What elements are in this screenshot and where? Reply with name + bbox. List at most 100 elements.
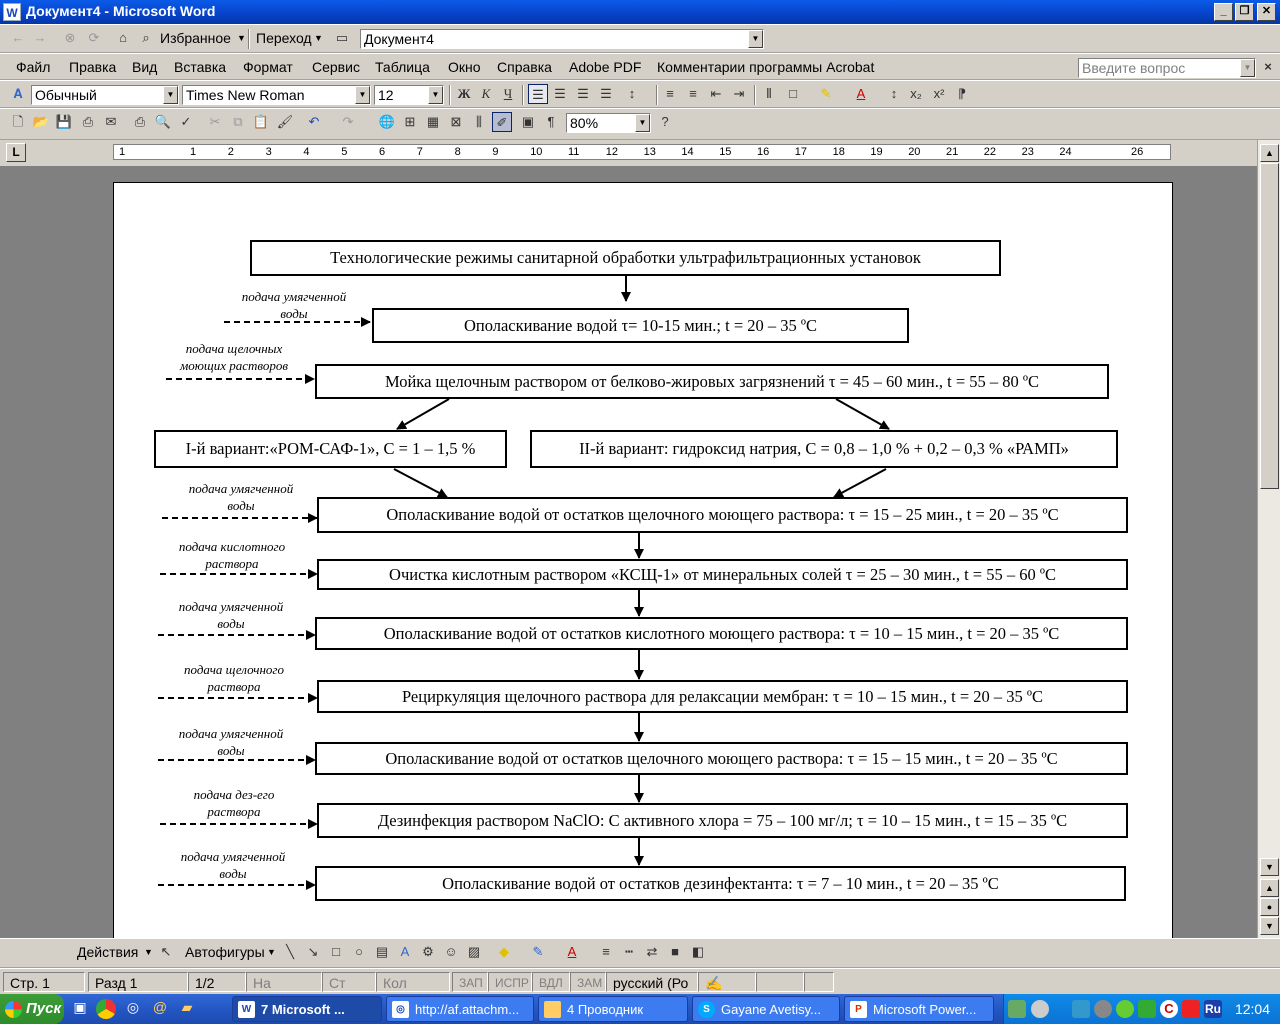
task-browser[interactable]: ◎ http://af.attachm... — [386, 996, 534, 1022]
menu-view[interactable]: Вид — [132, 57, 157, 77]
chevron-down-icon[interactable]: ▼ — [428, 86, 443, 104]
rectangle-icon[interactable]: □ — [326, 942, 346, 962]
hyperlink-icon[interactable]: 🌐 — [377, 112, 397, 132]
flow-step7-box[interactable]: Ополаскивание водой от остатков щелочног… — [315, 742, 1128, 775]
increase-indent-icon[interactable]: ⇥ — [729, 84, 749, 104]
zoom-combo[interactable]: 80% ▼ — [566, 113, 651, 133]
insert-table-icon[interactable]: ▦ — [423, 112, 443, 132]
menu-help[interactable]: Справка — [497, 57, 552, 77]
align-center-icon[interactable]: ☰ — [550, 84, 570, 104]
close-document-icon[interactable]: × — [1258, 57, 1278, 77]
styles-icon[interactable]: ⁋ — [952, 84, 972, 104]
columns-icon[interactable]: ⫴ — [759, 84, 779, 104]
stop-icon[interactable]: ⊗ — [60, 28, 80, 48]
diagram-icon[interactable]: ⚙ — [418, 942, 438, 962]
document-area[interactable]: Технологические режимы санитарной обрабо… — [0, 166, 1257, 938]
status-track-changes[interactable]: ИСПР — [488, 972, 532, 992]
character-spacing-icon[interactable]: ↕ — [884, 84, 904, 104]
insert-picture-icon[interactable]: ▨ — [464, 942, 484, 962]
ccleaner-icon[interactable]: C — [1160, 1000, 1178, 1018]
line-color-icon[interactable]: ✎ — [528, 942, 548, 962]
security-icon[interactable] — [1182, 1000, 1200, 1018]
select-objects-icon[interactable]: ↖ — [156, 942, 176, 962]
goto-menu[interactable]: Переход — [256, 28, 312, 48]
menu-edit[interactable]: Правка — [69, 57, 116, 77]
shadow-icon[interactable]: ■ — [665, 942, 685, 962]
chevron-down-icon[interactable]: ▼ — [1240, 59, 1255, 77]
permission-icon[interactable]: ⎙ — [78, 112, 98, 132]
vertical-scrollbar[interactable]: ▲ ▼ ▲ ● ▼ — [1257, 140, 1280, 938]
flow-variant2-box[interactable]: II-й вариант: гидроксид натрия, С = 0,8 … — [530, 430, 1118, 468]
flow-title-box[interactable]: Технологические режимы санитарной обрабо… — [250, 240, 1001, 276]
volume-icon[interactable] — [1094, 1000, 1112, 1018]
bold-icon[interactable]: Ж — [454, 84, 474, 104]
favorites-menu[interactable]: Избранное — [160, 28, 231, 48]
insert-excel-icon[interactable]: ⊠ — [446, 112, 466, 132]
start-button[interactable]: Пуск — [0, 994, 64, 1024]
maximize-button[interactable]: ❐ — [1235, 3, 1254, 21]
font-color-icon[interactable]: A — [562, 942, 582, 962]
menu-window[interactable]: Окно — [448, 57, 481, 77]
status-language[interactable]: русский (Ро — [606, 972, 698, 992]
paste-icon[interactable]: 📋 — [251, 112, 271, 132]
display-icon[interactable] — [1072, 1000, 1090, 1018]
chevron-down-icon[interactable]: ▼ — [748, 30, 763, 48]
print-icon[interactable]: ⎙ — [130, 112, 150, 132]
antivirus-icon[interactable] — [1116, 1000, 1134, 1018]
email-icon[interactable]: ✉ — [101, 112, 121, 132]
font-combo[interactable]: Times New Roman ▼ — [182, 85, 371, 105]
numbering-icon[interactable]: ≡ — [660, 84, 680, 104]
help-icon[interactable]: ? — [655, 112, 675, 132]
spelling-status-icon[interactable]: ✍ — [698, 972, 756, 992]
autoshapes-menu[interactable]: Автофигуры — [185, 942, 265, 962]
refresh-icon[interactable]: ⟳ — [84, 28, 104, 48]
help-question-input[interactable]: Введите вопрос ▼ — [1078, 58, 1256, 78]
print-preview-icon[interactable]: 🔍 — [153, 112, 173, 132]
chevron-down-icon[interactable]: ▼ — [163, 86, 178, 104]
network-icon[interactable] — [1008, 1000, 1026, 1018]
save-icon[interactable]: 💾 — [54, 112, 74, 132]
flow-step4-box[interactable]: Очистка кислотным раствором «КСЩ-1» от м… — [317, 559, 1128, 590]
page[interactable]: Технологические режимы санитарной обрабо… — [113, 182, 1173, 938]
select-browse-object-button[interactable]: ● — [1260, 898, 1279, 916]
open-icon[interactable]: 📂 — [31, 112, 51, 132]
menu-file[interactable]: Файл — [16, 57, 50, 77]
flow-step2-box[interactable]: Мойка щелочным раствором от белково-жиро… — [315, 364, 1109, 399]
clip-art-icon[interactable]: ☺ — [441, 942, 461, 962]
font-size-combo[interactable]: 12 ▼ — [374, 85, 444, 105]
subscript-icon[interactable]: x₂ — [906, 84, 926, 104]
wordart-icon[interactable]: A — [395, 942, 415, 962]
scroll-down-button[interactable]: ▼ — [1260, 858, 1279, 876]
align-left-icon[interactable]: ☰ — [528, 84, 548, 104]
superscript-icon[interactable]: x² — [929, 84, 949, 104]
show-hide-icon[interactable]: ¶ — [541, 112, 561, 132]
styles-pane-icon[interactable]: 𝐀 — [8, 84, 28, 104]
line-icon[interactable]: ╲ — [280, 942, 300, 962]
line-spacing-icon[interactable]: ↕ — [622, 84, 642, 104]
new-document-icon[interactable]: 🗋 — [8, 112, 28, 132]
scroll-thumb[interactable] — [1260, 163, 1279, 489]
align-right-icon[interactable]: ☰ — [573, 84, 593, 104]
word-icon[interactable]: W — [3, 3, 21, 21]
decrease-indent-icon[interactable]: ⇤ — [706, 84, 726, 104]
format-painter-icon[interactable]: 🖌 — [275, 112, 295, 132]
close-button[interactable]: ✕ — [1257, 3, 1276, 21]
italic-icon[interactable]: К — [476, 84, 496, 104]
line-style-icon[interactable]: ≡ — [596, 942, 616, 962]
tables-borders-icon[interactable]: ⊞ — [400, 112, 420, 132]
status-overtype[interactable]: ЗАМ — [570, 972, 606, 992]
3d-icon[interactable]: ◧ — [688, 942, 708, 962]
flow-step9-box[interactable]: Ополаскивание водой от остатков дезинфек… — [315, 866, 1126, 901]
menu-adobe-pdf[interactable]: Adobe PDF — [569, 57, 641, 77]
bullets-icon[interactable]: ≡ — [683, 84, 703, 104]
justify-icon[interactable]: ☰ — [596, 84, 616, 104]
show-desktop-icon[interactable]: ▣ — [70, 999, 90, 1019]
redo-icon[interactable]: ↷ — [338, 112, 358, 132]
text-box-icon[interactable]: ▤ — [372, 942, 392, 962]
quick-launch-icon[interactable]: ◎ — [123, 999, 143, 1019]
ruler-bar[interactable]: 1 1 2 3 4 5 6 7 8 9 10 11 12 13 14 15 16 17 18 19 20 21 22 23 24… — [113, 144, 1171, 160]
previous-page-button[interactable]: ▲ — [1260, 879, 1279, 897]
arrow-icon[interactable]: ↘ — [303, 942, 323, 962]
actions-menu[interactable]: Действия — [77, 942, 138, 962]
status-extend[interactable]: ВДЛ — [532, 972, 570, 992]
